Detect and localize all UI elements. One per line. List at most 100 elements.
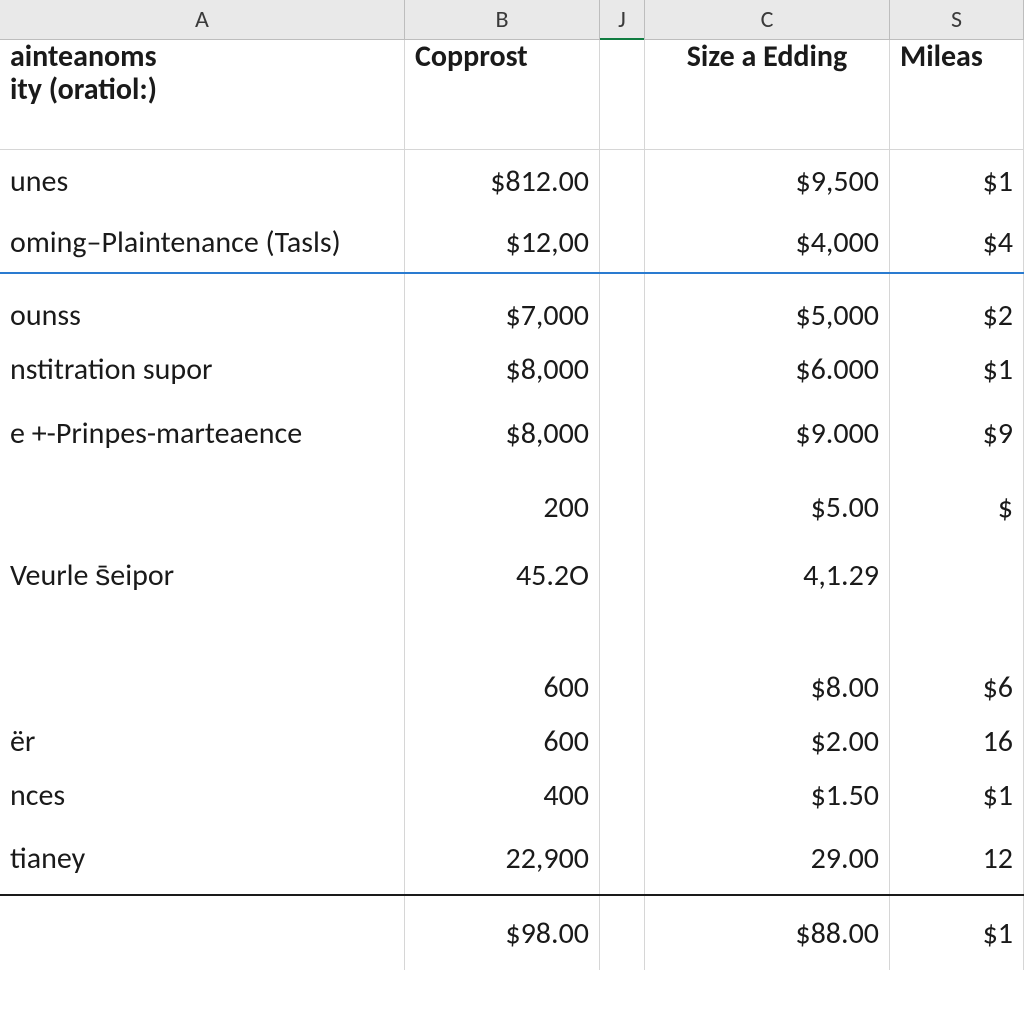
cell[interactable] [600, 822, 645, 894]
table-row: oming–Plaintenance (Tasls) $12,00 $4,000… [0, 212, 1024, 274]
column-header-J[interactable]: J [600, 0, 645, 39]
cell[interactable]: $1 [890, 342, 1024, 396]
cell[interactable]: 29.00 [645, 822, 890, 894]
cell[interactable]: $5.00 [645, 470, 890, 544]
cell[interactable] [600, 544, 645, 606]
cell[interactable]: $1 [890, 150, 1024, 212]
cell[interactable] [600, 896, 645, 970]
cell[interactable]: $6.000 [645, 342, 890, 396]
cell[interactable] [645, 274, 890, 288]
column-header-A[interactable]: A [0, 0, 405, 39]
cell[interactable]: 600 [405, 714, 600, 768]
cell[interactable]: $88.00 [645, 896, 890, 970]
cell[interactable]: $5,000 [645, 288, 890, 342]
column-header-B[interactable]: B [405, 0, 600, 39]
table-row: 600 $8.00 $6 [0, 660, 1024, 714]
table-row: nstitration supor $8,000 $6.000 $1 [0, 342, 1024, 396]
column-header-C[interactable]: C [645, 0, 890, 39]
cell[interactable] [600, 768, 645, 822]
table-row [0, 606, 1024, 660]
cell[interactable] [600, 212, 645, 272]
cell[interactable]: $6 [890, 660, 1024, 714]
cell[interactable]: 12 [890, 822, 1024, 894]
cell[interactable] [600, 274, 645, 288]
grid-body: ainteanoms ity (oratiol:) Copprost Size … [0, 40, 1024, 1024]
cell[interactable] [600, 606, 645, 660]
cell[interactable] [405, 274, 600, 288]
cell[interactable]: $8.00 [645, 660, 890, 714]
cell[interactable] [0, 470, 405, 544]
cell[interactable]: ounss [0, 288, 405, 342]
table-row [0, 274, 1024, 288]
cell[interactable]: $4,000 [645, 212, 890, 272]
cell[interactable] [890, 544, 1024, 606]
table-row: unes $812.00 $9,500 $1 [0, 150, 1024, 212]
header-cell-A[interactable]: ainteanoms ity (oratiol:) [0, 40, 405, 149]
cell[interactable] [0, 896, 405, 970]
table-row: ounss $7,000 $5,000 $2 [0, 288, 1024, 342]
cell[interactable]: $9 [890, 396, 1024, 470]
cell[interactable]: 16 [890, 714, 1024, 768]
table-row: 200 $5.00 $ [0, 470, 1024, 544]
cell[interactable]: 45.2O [405, 544, 600, 606]
cell[interactable]: 600 [405, 660, 600, 714]
cell[interactable] [600, 342, 645, 396]
cell[interactable]: $812.00 [405, 150, 600, 212]
table-row: $98.00 $88.00 $1 [0, 896, 1024, 970]
cell[interactable] [600, 470, 645, 544]
cell[interactable]: $4 [890, 212, 1024, 272]
cell[interactable]: 4,1.29 [645, 544, 890, 606]
cell[interactable]: $98.00 [405, 896, 600, 970]
table-row: tianey 22,900 29.00 12 [0, 822, 1024, 896]
cell[interactable] [600, 714, 645, 768]
cell[interactable] [890, 274, 1024, 288]
cell[interactable]: $9.000 [645, 396, 890, 470]
header-text-A2: ity (oratiol:) [10, 73, 157, 106]
cell[interactable]: $1 [890, 768, 1024, 822]
header-cell-C[interactable]: Size a Edding [645, 40, 890, 149]
cell[interactable]: Veurle s̄eipor [0, 544, 405, 606]
cell[interactable]: $2 [890, 288, 1024, 342]
header-row: ainteanoms ity (oratiol:) Copprost Size … [0, 40, 1024, 150]
cell[interactable]: tianey [0, 822, 405, 894]
column-header-row: A B J C S [0, 0, 1024, 40]
cell[interactable]: oming–Plaintenance (Tasls) [0, 212, 405, 272]
table-row: ër 600 $2.00 16 [0, 714, 1024, 768]
cell[interactable]: nstitration supor [0, 342, 405, 396]
cell[interactable]: 200 [405, 470, 600, 544]
column-header-S[interactable]: S [890, 0, 1024, 39]
cell[interactable] [405, 606, 600, 660]
cell[interactable] [645, 606, 890, 660]
cell[interactable] [0, 606, 405, 660]
cell[interactable] [600, 396, 645, 470]
cell[interactable]: 400 [405, 768, 600, 822]
table-row: Veurle s̄eipor 45.2O 4,1.29 [0, 544, 1024, 606]
cell[interactable]: $1 [890, 896, 1024, 970]
cell[interactable]: ër [0, 714, 405, 768]
cell[interactable]: e +-Prinpes-marteaence [0, 396, 405, 470]
spreadsheet-viewport: A B J C S ainteanoms ity (oratiol:) Copp… [0, 0, 1024, 1024]
cell[interactable]: $9,500 [645, 150, 890, 212]
cell[interactable]: unes [0, 150, 405, 212]
cell[interactable] [890, 606, 1024, 660]
cell[interactable]: $7,000 [405, 288, 600, 342]
cell[interactable]: $2.00 [645, 714, 890, 768]
cell[interactable]: $1.50 [645, 768, 890, 822]
cell[interactable]: 22,900 [405, 822, 600, 894]
header-text-A1: ainteanoms [10, 40, 157, 73]
table-row: e +-Prinpes-marteaence $8,000 $9.000 $9 [0, 396, 1024, 470]
table-row: nces 400 $1.50 $1 [0, 768, 1024, 822]
cell[interactable]: nces [0, 768, 405, 822]
header-cell-J[interactable] [600, 40, 645, 149]
cell[interactable] [0, 274, 405, 288]
cell[interactable] [0, 660, 405, 714]
header-cell-S[interactable]: Mileas [890, 40, 1024, 149]
header-cell-B[interactable]: Copprost [405, 40, 600, 149]
cell[interactable] [600, 150, 645, 212]
cell[interactable] [600, 288, 645, 342]
cell[interactable]: $ [890, 470, 1024, 544]
cell[interactable]: $12,00 [405, 212, 600, 272]
cell[interactable]: $8,000 [405, 396, 600, 470]
cell[interactable]: $8,000 [405, 342, 600, 396]
cell[interactable] [600, 660, 645, 714]
